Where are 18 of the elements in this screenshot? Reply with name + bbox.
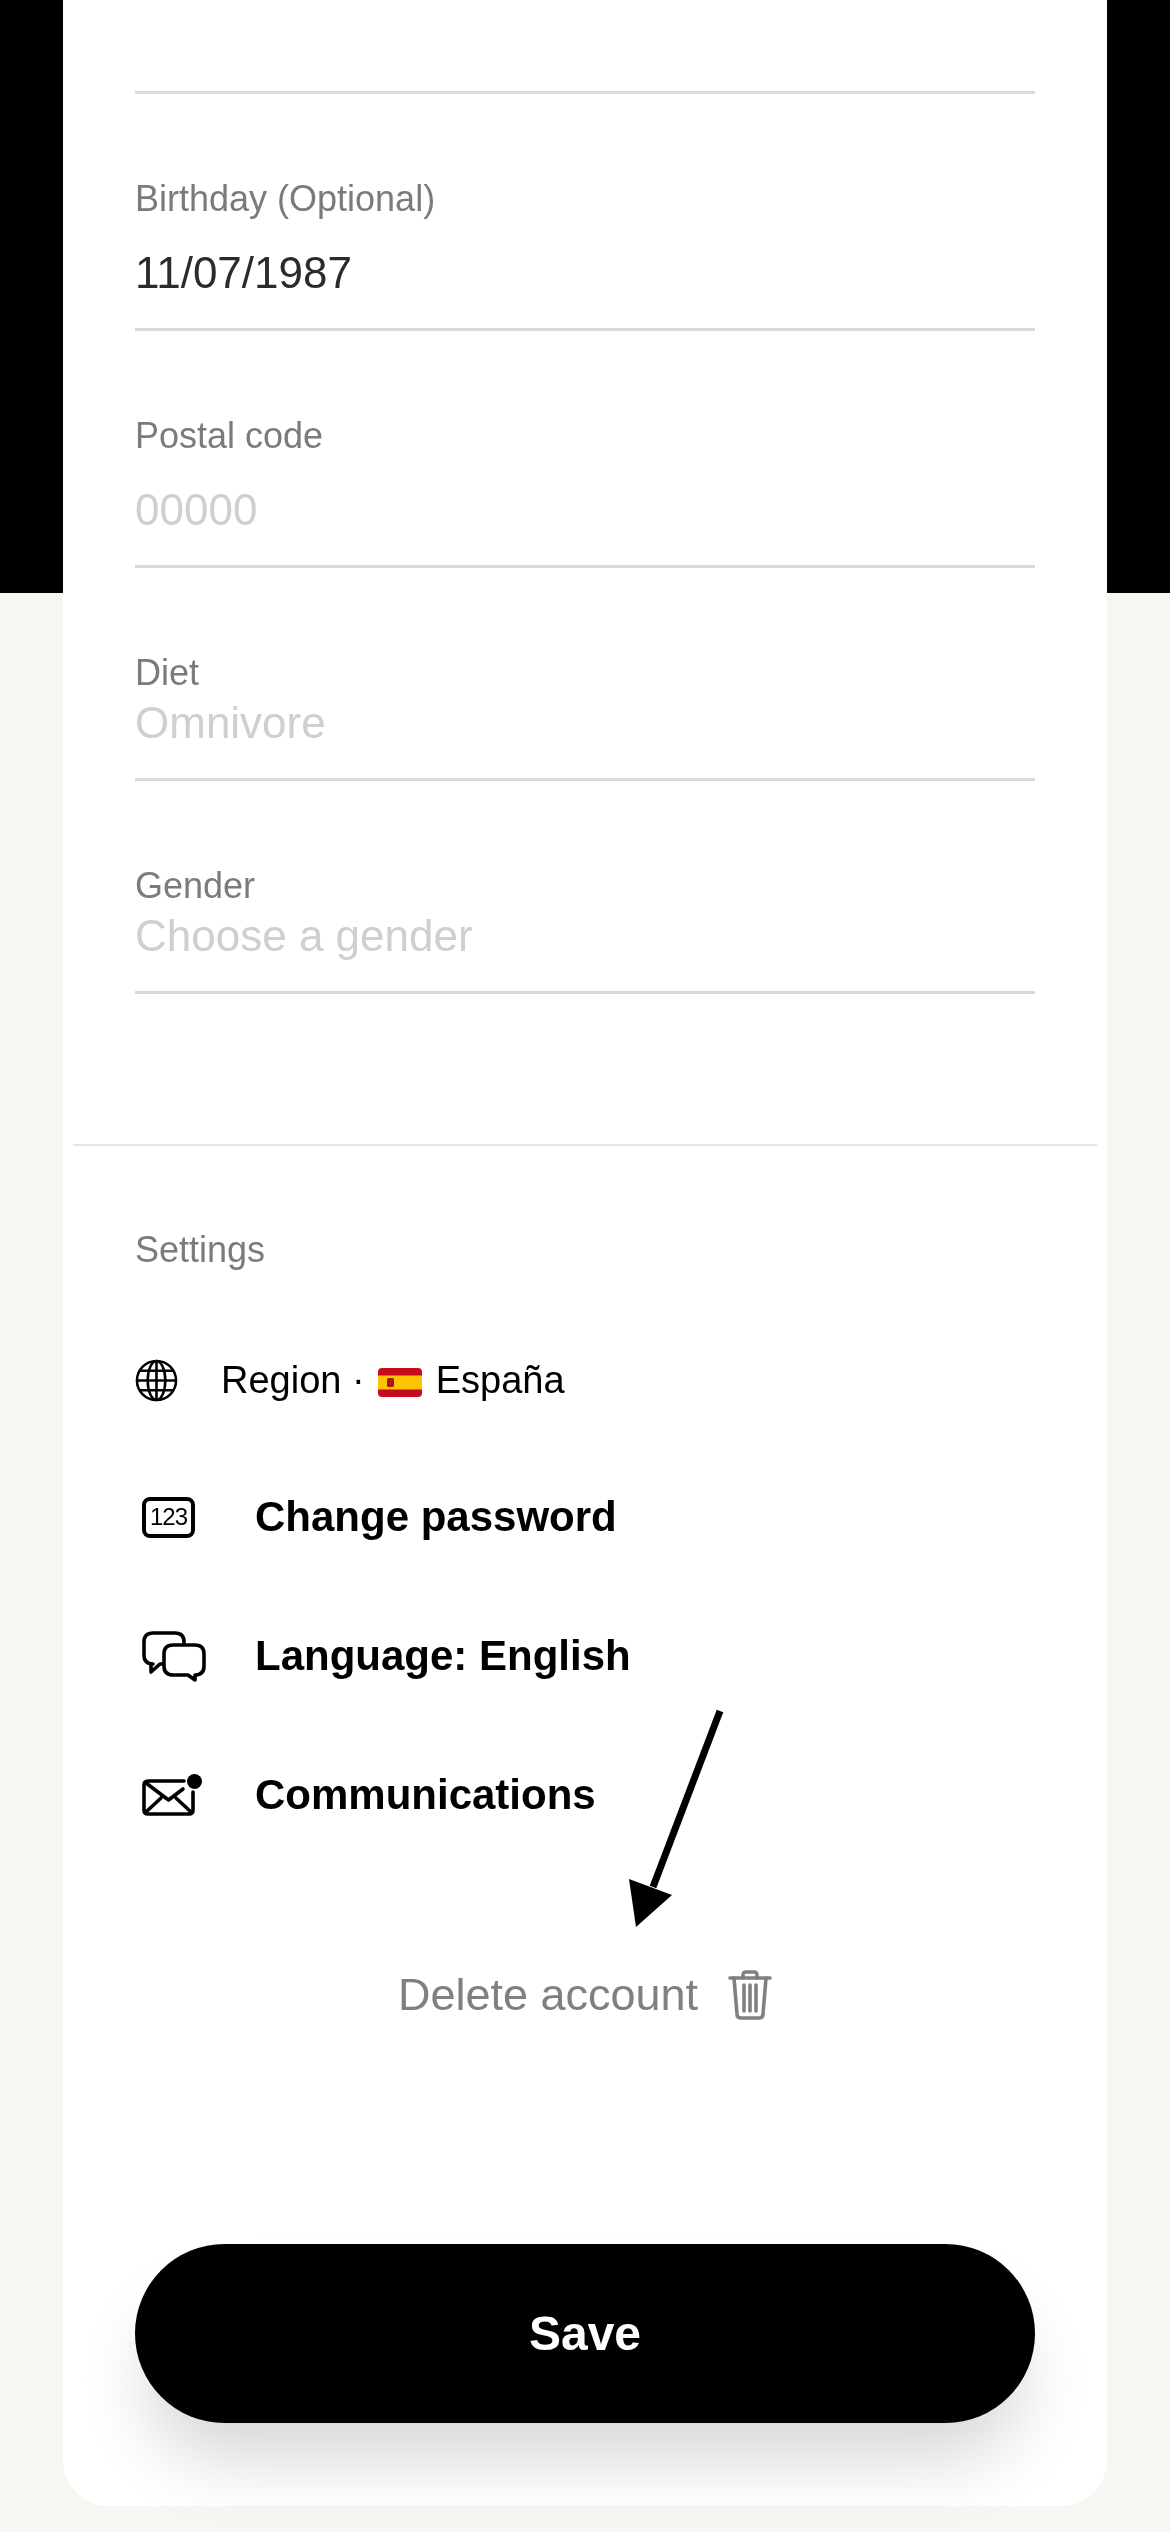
- trash-icon: [728, 1970, 773, 2020]
- numbers-icon: 123: [142, 1496, 195, 1538]
- settings-item[interactable]: Language: English: [135, 1629, 631, 1683]
- flag-icon: [378, 1368, 423, 1397]
- delete-account-button[interactable]: Delete account: [397, 1970, 773, 2020]
- settings-item[interactable]: Region · España: [135, 1355, 565, 1405]
- envelope-icon: [142, 1779, 195, 1816]
- field-label: Gender: [135, 866, 256, 906]
- save-button[interactable]: Save: [135, 2244, 1035, 2423]
- speech-bubbles-icon: [142, 1630, 207, 1682]
- field-label: Diet: [135, 653, 200, 693]
- input-field[interactable]: 11/07/1987: [135, 247, 1035, 331]
- section-heading: Settings: [135, 1230, 266, 1270]
- field-label: Birthday (Optional): [135, 179, 436, 219]
- settings-item[interactable]: Communications: [135, 1768, 596, 1822]
- globe-icon: [135, 1358, 178, 1402]
- field-label: Postal code: [135, 416, 324, 456]
- settings-item[interactable]: 123 Change password: [135, 1490, 617, 1544]
